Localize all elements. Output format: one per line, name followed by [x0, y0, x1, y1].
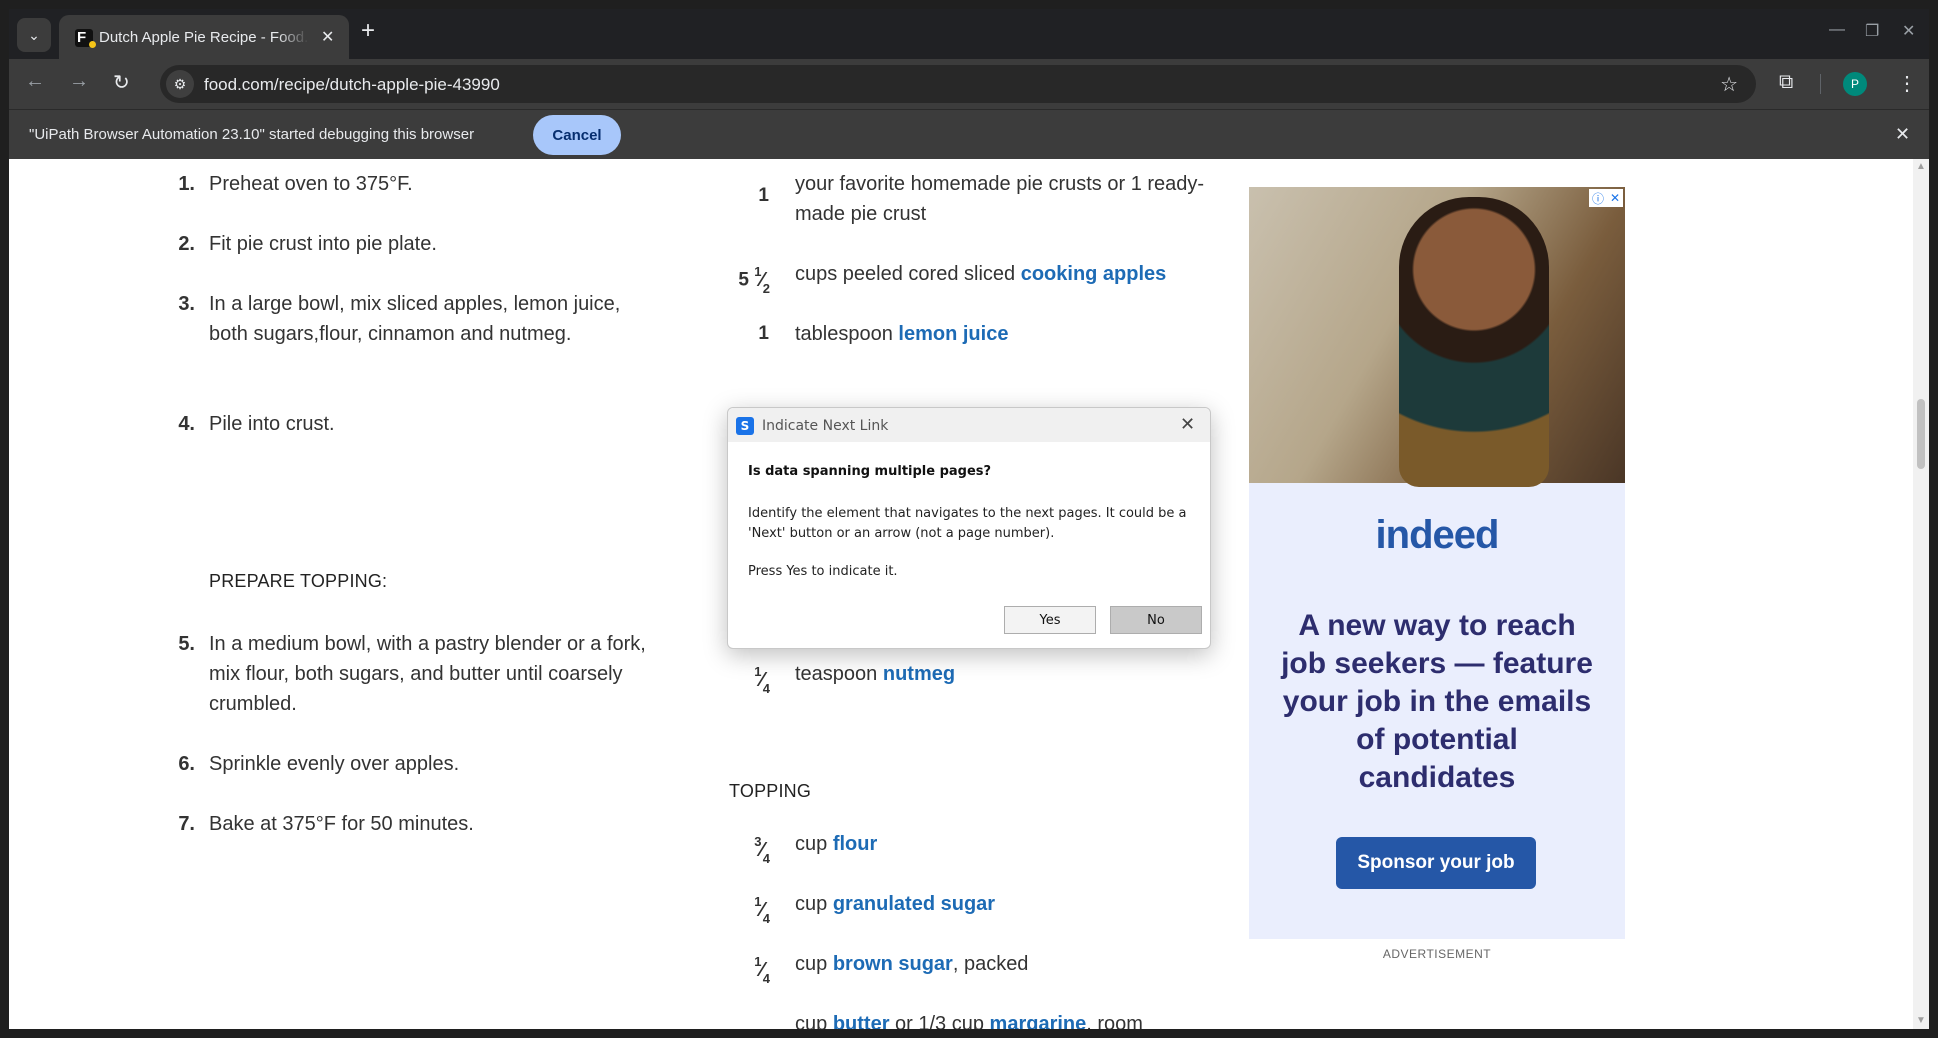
ingredient-link[interactable]: nutmeg: [883, 663, 955, 685]
infobar-cancel-button[interactable]: Cancel: [533, 115, 621, 155]
step-number: 2.: [178, 233, 195, 255]
ingredient-qty: 1: [758, 323, 769, 344]
tab-close-icon[interactable]: ✕: [321, 27, 334, 47]
back-icon[interactable]: ←: [25, 70, 45, 93]
indeed-logo: indeed: [1375, 513, 1500, 557]
ingredient-desc: teaspoon nutmeg: [795, 663, 956, 685]
site-info-icon[interactable]: ⚙: [166, 70, 194, 98]
browser-window: ⌄ F Dutch Apple Pie Recipe - Food.com ✕ …: [9, 9, 1929, 1029]
ad-photo: [1249, 187, 1625, 487]
browser-toolbar: ← → ↻ ⚙ food.com/recipe/dutch-apple-pie-…: [9, 59, 1929, 109]
extensions-icon[interactable]: ⧉: [1779, 71, 1793, 94]
page-scrollbar[interactable]: ▲ ▼: [1913, 159, 1929, 1029]
dialog-close-icon[interactable]: ✕: [1180, 414, 1195, 435]
page-content: 1. Preheat oven to 375°F. 2. Fit pie cru…: [9, 159, 1913, 1029]
prepare-topping-heading: PREPARE TOPPING:: [209, 571, 388, 591]
dialog-prompt: Press Yes to indicate it.: [748, 564, 898, 579]
chevron-down-icon: ⌄: [28, 26, 40, 43]
food-com-favicon-icon: F: [75, 29, 96, 48]
profile-avatar[interactable]: P: [1843, 72, 1867, 96]
ingredient-desc: cups peeled cored sliced cooking apples: [795, 263, 1167, 285]
debugging-infobar: "UiPath Browser Automation 23.10" starte…: [9, 109, 1929, 159]
infobar-message: "UiPath Browser Automation 23.10" starte…: [29, 126, 475, 143]
ingredient-desc: cup butter or 1/3 cup margarine, room: [795, 1009, 1215, 1029]
ingredient-qty: 1⁄4: [754, 954, 770, 986]
advertisement-label: ADVERTISEMENT: [1382, 947, 1492, 961]
ingredient-desc: cup flour: [795, 833, 878, 855]
step-text: Fit pie crust into pie plate.: [209, 233, 437, 255]
step-text: Sprinkle evenly over apples.: [209, 753, 460, 775]
ingredient-link[interactable]: cooking apples: [1021, 263, 1167, 285]
window-close-icon[interactable]: ✕: [1902, 21, 1915, 41]
tab-search-button[interactable]: ⌄: [17, 18, 51, 52]
minimize-icon[interactable]: —: [1829, 21, 1845, 39]
adchoices-icon[interactable]: ⓘ ✕: [1589, 189, 1623, 207]
ingredient-link[interactable]: granulated sugar: [833, 893, 995, 915]
bookmark-star-icon[interactable]: ☆: [1720, 72, 1738, 97]
ingredient-link[interactable]: lemon juice: [898, 323, 1008, 345]
dialog-titlebar: S Indicate Next Link ✕: [728, 408, 1210, 442]
step-number: 3.: [178, 293, 195, 315]
more-menu-icon[interactable]: ⋮: [1897, 71, 1917, 96]
step-number: 7.: [178, 813, 195, 835]
step-number: 1.: [178, 173, 195, 195]
indicate-next-link-dialog: S Indicate Next Link ✕ Is data spanning …: [727, 407, 1211, 649]
restore-icon[interactable]: ❐: [1865, 21, 1879, 41]
no-button[interactable]: No: [1110, 606, 1202, 634]
toolbar-separator: [1820, 74, 1821, 94]
ingredient-desc: tablespoon lemon juice: [795, 323, 1009, 345]
scroll-up-icon[interactable]: ▲: [1916, 161, 1926, 172]
scroll-down-icon[interactable]: ▼: [1916, 1015, 1926, 1026]
tab-active[interactable]: F Dutch Apple Pie Recipe - Food.com ✕: [59, 15, 349, 59]
new-tab-icon[interactable]: +: [361, 19, 375, 43]
advertisement[interactable]: ⓘ ✕ indeed A new way to reach job seekers…: [1249, 187, 1625, 939]
ingredient-link[interactable]: butter: [833, 1013, 890, 1029]
forward-icon[interactable]: →: [69, 70, 89, 93]
uipath-icon: S: [736, 417, 754, 435]
ingredient-desc: your favorite homemade pie crusts or 1 r…: [795, 173, 1205, 225]
scroll-thumb[interactable]: [1917, 399, 1925, 469]
step-number: 6.: [178, 753, 195, 775]
ingredient-qty: 1: [758, 185, 769, 206]
sponsor-job-button[interactable]: Sponsor your job: [1336, 837, 1536, 889]
yes-button[interactable]: Yes: [1004, 606, 1096, 634]
step-number: 4.: [178, 413, 195, 435]
step-text: Pile into crust.: [209, 413, 335, 435]
ingredient-desc: cup granulated sugar: [795, 893, 996, 915]
dialog-body: Identify the element that navigates to t…: [748, 506, 1187, 541]
ingredient-link[interactable]: flour: [833, 833, 877, 855]
step-text: Preheat oven to 375°F.: [209, 173, 413, 195]
ingredient-qty: 1⁄4: [754, 894, 770, 926]
ingredient-link[interactable]: margarine: [990, 1013, 1087, 1029]
step-text: Bake at 375°F for 50 minutes.: [209, 813, 474, 835]
ingredient-qty: 1⁄4: [754, 664, 770, 696]
ingredient-qty: 3⁄4: [754, 834, 770, 866]
ingredient-link[interactable]: brown sugar: [833, 953, 953, 975]
reload-icon[interactable]: ↻: [113, 70, 130, 95]
topping-heading: TOPPING: [729, 781, 812, 801]
step-text: In a medium bowl, with a pastry blender …: [209, 633, 646, 715]
ingredient-qty: 5 1⁄2: [738, 264, 770, 296]
infobar-close-icon[interactable]: ✕: [1895, 124, 1910, 145]
ingredient-desc: cup brown sugar, packed: [795, 953, 1029, 975]
url-text[interactable]: food.com/recipe/dutch-apple-pie-43990: [204, 75, 500, 95]
dialog-question: Is data spanning multiple pages?: [748, 464, 992, 479]
tab-strip: ⌄ F Dutch Apple Pie Recipe - Food.com ✕ …: [9, 9, 1929, 59]
dialog-title: Indicate Next Link: [762, 418, 889, 434]
step-text: In a large bowl, mix sliced apples, lemo…: [209, 293, 621, 345]
address-bar[interactable]: ⚙ food.com/recipe/dutch-apple-pie-43990 …: [160, 65, 1756, 103]
tab-title: Dutch Apple Pie Recipe - Food.com: [99, 29, 309, 46]
ad-headline: A new way to reach job seekers — feature…: [1281, 609, 1593, 794]
step-number: 5.: [178, 633, 195, 655]
